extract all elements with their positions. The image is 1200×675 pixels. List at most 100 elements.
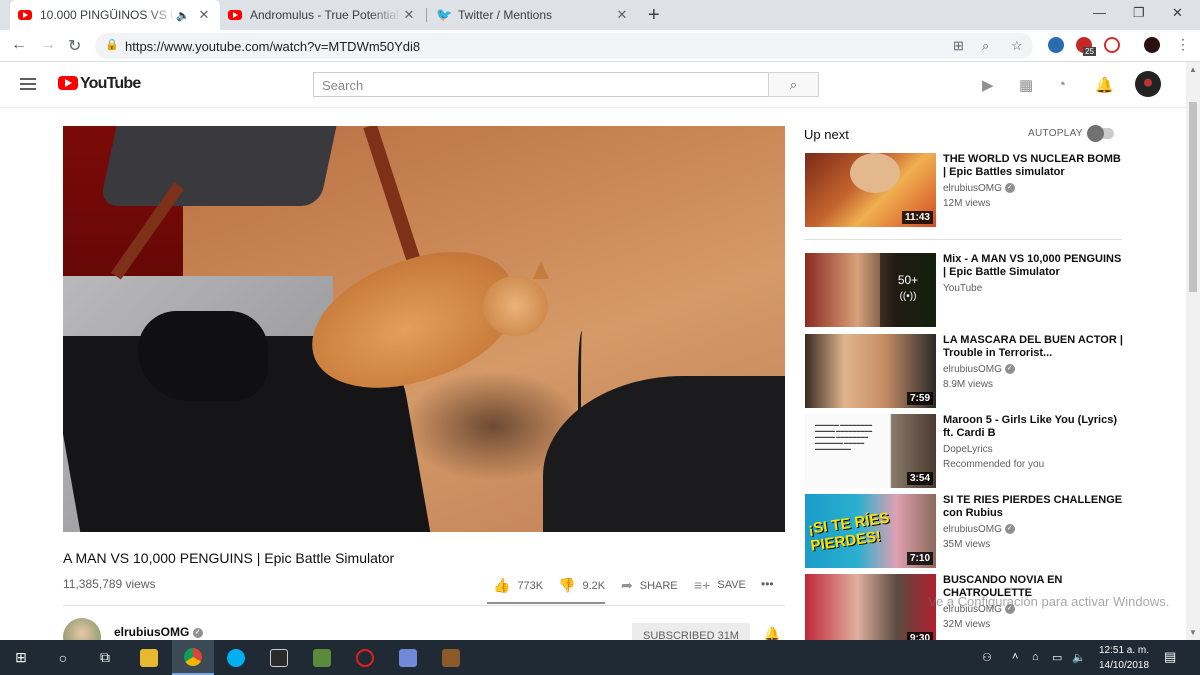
mix-radio-icon: ((•)) — [899, 291, 917, 302]
epic-games-icon[interactable] — [258, 640, 300, 675]
channel-name[interactable]: elrubiusOMG ✓ — [943, 364, 1015, 375]
hamburger-menu-icon[interactable] — [20, 78, 36, 90]
channel-name[interactable]: YouTube — [943, 283, 982, 294]
youtube-logo-text[interactable]: YouTube — [80, 75, 141, 93]
save-button[interactable]: ≡+ SAVE — [694, 577, 746, 593]
windows-start-icon[interactable]: ⊞ — [0, 640, 42, 675]
back-arrow-icon[interactable]: ← — [11, 36, 27, 54]
tab-andromulus[interactable]: Andromulus - True Potential - YouTube ✕ — [220, 0, 425, 30]
bookmark-star-icon[interactable]: ☆ — [1011, 38, 1023, 54]
battery-icon[interactable]: ▭ — [1052, 651, 1062, 664]
chrome-taskbar-icon[interactable] — [172, 640, 214, 675]
twitter-bird-icon: 🐦 — [436, 7, 453, 22]
zoom-icon[interactable]: ⌕ — [982, 38, 989, 54]
tab-active-video[interactable]: 10.000 PINGÜINOS VS UN HOMBRE 🔈 ✕ — [10, 0, 220, 30]
recommended-mix[interactable]: 50+ ((•)) Mix - A MAN VS 10,000 PENGUINS… — [805, 253, 1125, 327]
channel-name[interactable]: elrubiusOMG ✓ — [943, 183, 1015, 194]
address-bar[interactable]: 🔒 https://www.youtube.com/watch?v=MTDWm5… — [95, 33, 1033, 59]
reload-icon[interactable]: ↻ — [68, 36, 81, 56]
video-thumbnail[interactable]: 7:59 — [805, 334, 936, 408]
channel-name[interactable]: elrubiusOMG ✓ — [114, 625, 203, 639]
minimize-button[interactable]: — — [1093, 5, 1106, 20]
search-button[interactable]: ⌕ — [768, 72, 819, 97]
skype-icon[interactable] — [215, 640, 257, 675]
action-center-icon[interactable]: ▤ — [1164, 649, 1176, 665]
apps-grid-icon[interactable]: ▦ — [1019, 76, 1033, 94]
scrollbar-thumb[interactable] — [1189, 102, 1197, 292]
video-title[interactable]: LA MASCARA DEL BUEN ACTOR | Trouble in T… — [943, 334, 1125, 360]
mix-count: 50+ — [897, 273, 919, 287]
autoplay-toggle[interactable] — [1087, 125, 1114, 142]
video-thumbnail[interactable]: ▬▬▬▬▬▬ ▬▬▬▬▬▬▬▬ ▬▬▬▬▬ ▬▬▬▬▬▬▬▬▬ ▬▬▬▬▬ ▬▬… — [805, 414, 936, 488]
tab-close-icon[interactable]: ✕ — [196, 7, 212, 23]
youtube-logo-icon[interactable] — [58, 76, 78, 90]
recommended-video[interactable]: ▬▬▬▬▬▬ ▬▬▬▬▬▬▬▬ ▬▬▬▬▬ ▬▬▬▬▬▬▬▬▬ ▬▬▬▬▬ ▬▬… — [805, 414, 1125, 488]
video-title[interactable]: SI TE RIES PIERDES CHALLENGE con Rubius — [943, 494, 1125, 520]
upload-video-icon[interactable]: ▶ — [982, 76, 994, 94]
video-frame-detail — [99, 126, 337, 206]
game-app-icon[interactable] — [344, 640, 386, 675]
video-title[interactable]: THE WORLD VS NUCLEAR BOMB | Epic Battles… — [943, 153, 1125, 179]
recommended-video[interactable]: 11:43 THE WORLD VS NUCLEAR BOMB | Epic B… — [805, 153, 1125, 227]
tab-title: Andromulus - True Potential - YouTube — [250, 8, 401, 22]
video-thumbnail[interactable]: 9:30 — [805, 574, 936, 640]
people-icon[interactable]: ⚇ — [982, 651, 992, 664]
channel-name[interactable]: DopeLyrics — [943, 444, 993, 455]
discord-icon[interactable] — [387, 640, 429, 675]
show-hidden-icons-chevron[interactable]: ˄ — [1012, 651, 1018, 663]
channel-name-text: elrubiusOMG — [943, 183, 1002, 194]
new-tab-button[interactable]: + — [648, 4, 660, 27]
youtube-header: YouTube Search ⌕ ▶ ▦ ◔ 🔔 — [0, 62, 1186, 108]
channel-name[interactable]: elrubiusOMG ✓ — [943, 524, 1015, 535]
minecraft-icon[interactable] — [301, 640, 343, 675]
video-title[interactable]: Maroon 5 - Girls Like You (Lyrics) ft. C… — [943, 414, 1125, 440]
page-scrollbar[interactable]: ▲ ▼ — [1186, 62, 1200, 640]
share-button[interactable]: ➦ SHARE — [621, 577, 678, 594]
up-next-heading: Up next — [804, 127, 849, 142]
close-window-button[interactable]: ✕ — [1172, 5, 1183, 21]
translate-icon[interactable]: ⊞ — [953, 38, 964, 54]
video-thumbnail[interactable]: ¡SI TE RÍES PIERDES! 7:10 — [805, 494, 936, 568]
audio-playing-icon[interactable]: 🔈 — [176, 9, 190, 22]
profile-avatar[interactable] — [1144, 37, 1160, 53]
video-title[interactable]: Mix - A MAN VS 10,000 PENGUINS | Epic Ba… — [943, 253, 1125, 279]
scroll-down-icon[interactable]: ▼ — [1189, 628, 1197, 637]
video-thumbnail[interactable]: 50+ ((•)) — [805, 253, 936, 327]
browser-menu-icon[interactable]: ⋮ — [1176, 36, 1190, 53]
forward-arrow-icon[interactable]: → — [40, 36, 56, 54]
like-button[interactable]: 👍 773K — [493, 577, 543, 594]
video-frame-detail — [138, 311, 268, 401]
video-player[interactable] — [63, 126, 785, 532]
volume-icon[interactable]: 🔈 — [1072, 651, 1086, 664]
tab-close-icon[interactable]: ✕ — [614, 7, 630, 23]
account-avatar[interactable] — [1135, 71, 1161, 97]
messages-icon[interactable]: ◔ — [1057, 76, 1066, 93]
video-thumbnail[interactable]: 11:43 — [805, 153, 936, 227]
dislike-button[interactable]: 👎 9.2K — [558, 577, 605, 594]
cortana-search-icon[interactable]: ○ — [42, 640, 84, 675]
tab-close-icon[interactable]: ✕ — [401, 7, 417, 23]
network-icon[interactable]: ⌂ — [1032, 651, 1039, 663]
verified-check-icon: ✓ — [1004, 524, 1015, 535]
taskbar-clock[interactable]: 12:51 a. m. 14/10/2018 — [1094, 643, 1154, 673]
extension-icon[interactable] — [1048, 37, 1064, 53]
scroll-up-icon[interactable]: ▲ — [1189, 65, 1197, 74]
browser-tab-strip: 10.000 PINGÜINOS VS UN HOMBRE 🔈 ✕ Androm… — [0, 0, 1200, 30]
minecraft-launcher-icon[interactable] — [430, 640, 472, 675]
maximize-button[interactable]: ❐ — [1133, 5, 1145, 21]
block-extension-icon[interactable] — [1104, 37, 1120, 53]
screen: 10.000 PINGÜINOS VS UN HOMBRE 🔈 ✕ Androm… — [0, 0, 1200, 675]
video-duration: 9:30 — [906, 632, 933, 640]
recommended-video[interactable]: ¡SI TE RÍES PIERDES! 7:10 SI TE RIES PIE… — [805, 494, 1125, 568]
tab-twitter[interactable]: 🐦 Twitter / Mentions ✕ — [428, 0, 638, 30]
autoplay-label: AUTOPLAY — [1028, 128, 1083, 139]
task-view-icon[interactable]: ⧉ — [84, 640, 126, 675]
more-actions-button[interactable]: ••• — [761, 577, 774, 591]
video-frame-detail — [363, 126, 420, 262]
tab-title: 10.000 PINGÜINOS VS UN HOMBRE — [40, 8, 177, 22]
recommended-video[interactable]: 7:59 LA MASCARA DEL BUEN ACTOR | Trouble… — [805, 334, 1125, 408]
file-explorer-icon[interactable] — [128, 640, 170, 675]
lyrics-text-graphic: ▬▬▬▬▬▬ ▬▬▬▬▬▬▬▬ ▬▬▬▬▬ ▬▬▬▬▬▬▬▬▬ ▬▬▬▬▬ ▬▬… — [815, 422, 873, 451]
search-input[interactable]: Search — [313, 72, 769, 97]
notifications-bell-icon[interactable]: 🔔 — [1095, 76, 1114, 94]
